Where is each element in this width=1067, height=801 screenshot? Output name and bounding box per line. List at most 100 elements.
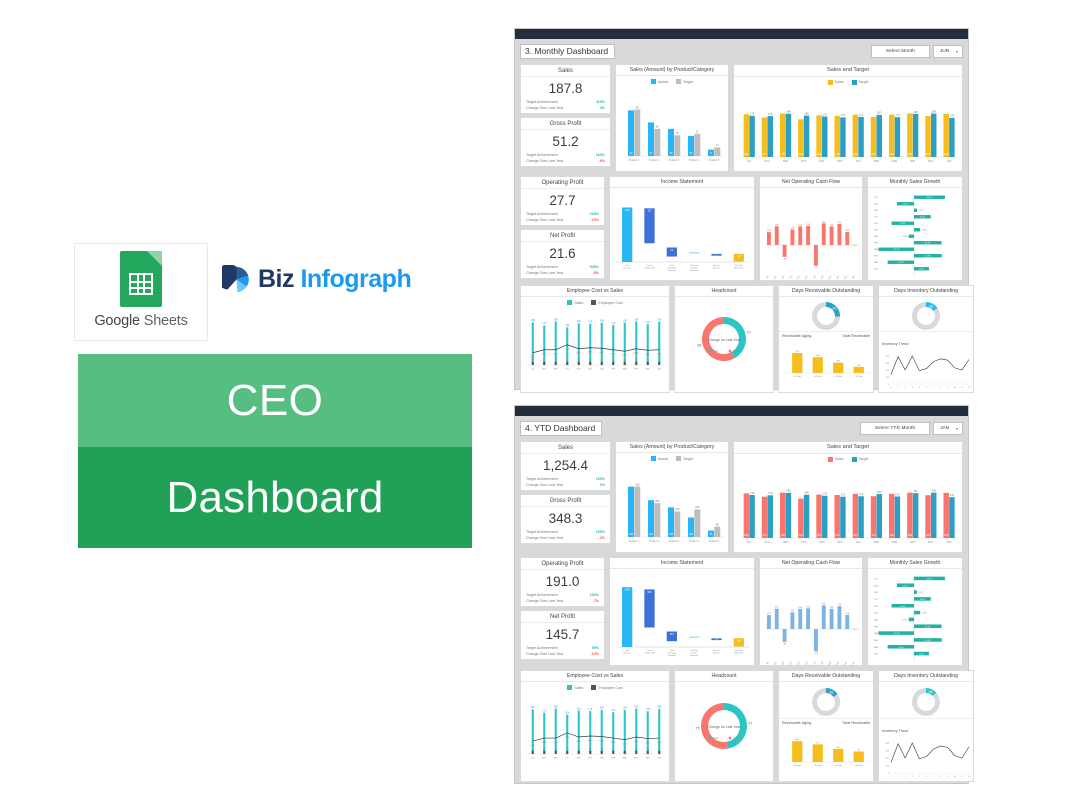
svg-text:172: 172	[762, 152, 767, 156]
donut-center-label: Change vs Last Year	[707, 725, 741, 729]
svg-text:129: 129	[791, 227, 795, 229]
svg-text:6.3%: 6.3%	[920, 217, 925, 219]
svg-text:JAN: JAN	[812, 274, 817, 279]
svg-text:JAN: JAN	[856, 160, 861, 163]
bar	[589, 361, 592, 365]
svg-text:FEB: FEB	[611, 369, 615, 371]
svg-text:6.5%: 6.5%	[599, 741, 604, 743]
svg-text:100: 100	[886, 377, 890, 379]
panel-dro-monthly: Days Receivable Outstanding 93 Receivabl…	[778, 284, 874, 393]
product-bar-svg: 429 430 Product 1 314 288 Product 2 253 218 Prod…	[624, 484, 724, 543]
bar	[674, 511, 681, 538]
cashflow-bar-svg: 107 JUL 156 AUG -99 SEP 129 OCT 155 NOV 159 DEC -172…	[765, 603, 859, 665]
bar	[833, 362, 844, 373]
svg-text:189: 189	[908, 152, 913, 156]
svg-text:SEP: SEP	[874, 210, 879, 212]
svg-text:189: 189	[932, 488, 937, 492]
svg-text:188: 188	[944, 533, 949, 537]
svg-text:MAY: MAY	[646, 757, 651, 760]
svg-text:MAR: MAR	[623, 368, 628, 371]
bar	[870, 116, 877, 157]
svg-text:171: 171	[795, 351, 799, 353]
svg-text:4: 4	[912, 387, 913, 389]
kpi-value-change: 1%	[599, 483, 605, 488]
svg-text:12: 12	[566, 749, 569, 751]
dio-donut-svg: 56	[912, 302, 940, 330]
svg-text:DEC: DEC	[588, 369, 593, 371]
bar	[785, 492, 792, 538]
svg-text:Cost of: Cost of	[647, 649, 653, 652]
svg-text:FEB: FEB	[874, 626, 879, 628]
svg-text:Product 5: Product 5	[709, 159, 720, 162]
kpi-label-change: Change Over Last Year	[526, 270, 564, 275]
kpi-value: 1,254.4	[542, 458, 589, 473]
bar	[779, 492, 786, 538]
svg-text:APR: APR	[910, 541, 915, 544]
svg-text:MAY: MAY	[843, 274, 848, 280]
svg-text:APR: APR	[874, 255, 879, 258]
kpi-value-change: 4%	[599, 106, 605, 111]
svg-text:10.3%: 10.3%	[925, 243, 931, 245]
svg-text:AUG: AUG	[874, 203, 879, 206]
kpi-value: 51.2	[552, 134, 579, 150]
svg-text:Product 2: Product 2	[649, 540, 660, 543]
svg-text:Product 4: Product 4	[689, 159, 700, 162]
svg-text:137: 137	[647, 210, 652, 213]
svg-text:6.2%: 6.2%	[553, 742, 558, 744]
ytd-dashboard-title: 4. YTD Dashboard	[520, 421, 603, 436]
svg-text:OCT: OCT	[789, 275, 794, 280]
bar	[853, 244, 858, 246]
panel-title: Monthly Sales Growth	[868, 558, 962, 569]
kpi-value-change: -7%	[592, 598, 599, 603]
title-line-ceo: CEO	[78, 354, 472, 447]
cashflow-bar-svg: 107 JUL 156 AUG -99 SEP 129 OCT 155 NOV 159 DEC -172…	[765, 221, 859, 280]
kpi-title: Sales	[521, 442, 610, 454]
svg-text:1.1%: 1.1%	[919, 592, 924, 594]
svg-text:186: 186	[744, 533, 749, 537]
svg-text:178: 178	[768, 491, 773, 495]
svg-text:DEC: DEC	[837, 541, 842, 544]
svg-text:OCT: OCT	[874, 217, 879, 219]
svg-text:11: 11	[543, 360, 546, 362]
svg-text:100: 100	[886, 766, 890, 768]
select-ytd-month-button[interactable]: Select YTD Month	[859, 422, 931, 435]
ytd-row-2: Operating Profit 191.0 Target Achievemen…	[520, 556, 963, 666]
svg-text:10: 10	[954, 776, 956, 778]
svg-text:166: 166	[689, 533, 694, 536]
bar	[658, 750, 661, 754]
bar	[816, 114, 822, 157]
svg-text:12: 12	[555, 749, 558, 751]
ytd-kpi-col-2: Operating Profit 191.0 Target Achievemen…	[520, 556, 605, 666]
select-month-button[interactable]: Select Month	[870, 45, 931, 58]
svg-text:174: 174	[871, 533, 876, 537]
chart-legend: Actual Target	[616, 76, 728, 85]
kpi-card-gross-profit: Gross Profit 51.2 Target Achievement 160%…	[520, 117, 611, 168]
svg-text:12: 12	[658, 749, 661, 751]
svg-text:87: 87	[817, 742, 820, 744]
kpi-label-change: Change Over Last Year	[526, 106, 564, 111]
bar	[658, 708, 661, 754]
svg-text:NOV: NOV	[874, 606, 879, 608]
svg-text:Product 3: Product 3	[669, 540, 680, 543]
svg-text:5.6%: 5.6%	[919, 269, 924, 271]
svg-text:>90 Days: >90 Days	[855, 375, 863, 378]
svg-text:JUL: JUL	[747, 160, 752, 163]
svg-text:11: 11	[589, 749, 592, 751]
kpi-title: Net Profit	[521, 611, 604, 623]
svg-text:SEP: SEP	[781, 661, 785, 665]
svg-text:SEP: SEP	[783, 541, 788, 544]
dashboard-topbar	[515, 406, 968, 416]
legend-label: Actual	[658, 456, 668, 461]
income-waterfall-svg: 188TotalRevenue137Cost ofGoods Sold24Tot…	[616, 207, 750, 272]
bar	[635, 750, 638, 754]
bar	[566, 750, 569, 754]
ytd-month-dropdown[interactable]: JAN ▾	[933, 422, 963, 435]
bar	[888, 493, 895, 538]
panel-headcount-monthly: Headcount 70 98 Change vs Last Year Now Cu…	[674, 284, 774, 393]
svg-text:67: 67	[748, 722, 752, 726]
month-dropdown[interactable]: JUN ▾	[933, 45, 963, 58]
svg-text:12: 12	[578, 360, 581, 362]
svg-text:Expense: Expense	[713, 652, 720, 654]
svg-text:186: 186	[531, 706, 536, 709]
svg-text:176: 176	[823, 491, 828, 495]
